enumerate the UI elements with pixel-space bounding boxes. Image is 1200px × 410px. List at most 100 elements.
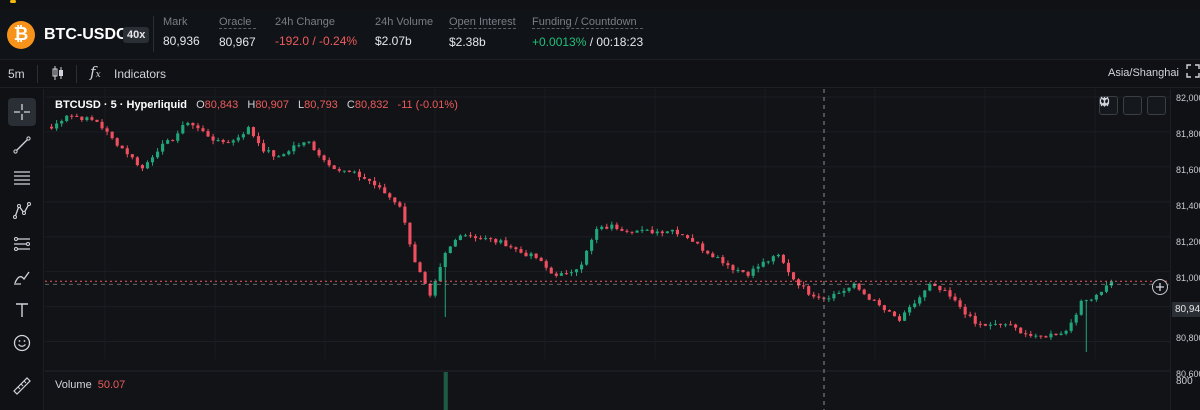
candle-body: [751, 268, 755, 276]
candle-body: [998, 323, 1003, 325]
stat-mark: Mark 80,936: [163, 16, 200, 48]
candle-body: [564, 273, 568, 275]
ruler-tool[interactable]: [8, 372, 36, 400]
candle-body: [221, 140, 225, 143]
candle-body: [1064, 330, 1068, 334]
price-axis[interactable]: 82,000 81,800 81,600 81,400 81,200 81,00…: [1170, 89, 1200, 410]
candle-body: [827, 298, 831, 300]
collapse-button[interactable]: [1100, 96, 1142, 115]
toolbar-divider: [76, 65, 77, 83]
candle-body: [655, 231, 659, 234]
candle-body: [781, 254, 786, 263]
trend-line-tool[interactable]: [8, 131, 36, 159]
plus-circle-icon: [1156, 283, 1164, 291]
candle-body: [554, 273, 558, 276]
plus-circle-button[interactable]: [1152, 279, 1168, 295]
parallel-lines-tool[interactable]: [8, 230, 36, 258]
axis-tick: 82,000: [1176, 93, 1200, 103]
volume-legend: Volume 50.07: [55, 379, 125, 391]
candle-body: [145, 162, 150, 169]
candle-body: [726, 263, 730, 266]
candle-body: [398, 202, 402, 207]
candle-body: [70, 115, 74, 117]
candles-icon[interactable]: [50, 65, 66, 84]
ohlc-legend: BTCUSD · 5 · Hyperliquid O80,843 H80,907…: [55, 99, 458, 111]
candle-body: [524, 252, 528, 257]
candle-body: [256, 136, 261, 144]
brush-icon: [14, 271, 30, 285]
fx-icon[interactable]: fx: [90, 63, 101, 81]
candle-body: [630, 231, 634, 233]
crosshair-tool[interactable]: [8, 98, 36, 126]
candle-body: [181, 125, 185, 134]
candle-body: [539, 257, 543, 262]
candle-body: [448, 246, 452, 253]
brush-tool[interactable]: [8, 263, 36, 291]
legend-symbol[interactable]: BTCUSD · 5 · Hyperliquid: [55, 99, 187, 111]
candle-body: [620, 229, 624, 231]
reset-button[interactable]: [1099, 96, 1166, 115]
candle-body: [1074, 314, 1078, 323]
candle-body: [150, 157, 155, 163]
candle-body: [595, 228, 599, 240]
stat-label[interactable]: Oracle: [219, 16, 256, 29]
current-price-tag: 80,945: [1172, 302, 1200, 317]
candle-body: [332, 165, 336, 170]
indicators-button[interactable]: Indicators: [114, 67, 166, 81]
candle-body: [337, 169, 341, 171]
interval-button[interactable]: 5m: [8, 67, 25, 81]
stat-label[interactable]: Open Interest: [449, 16, 516, 29]
funding-countdown: / 00:18:23: [589, 35, 644, 49]
candle-body: [605, 226, 609, 229]
pair-selector[interactable]: BTC-USDC: [44, 26, 128, 44]
candle-body: [246, 127, 250, 135]
candle-body: [206, 131, 210, 137]
candle-body: [943, 290, 947, 292]
candle-body: [650, 229, 654, 234]
candle-body: [1109, 281, 1114, 286]
candle-body: [484, 238, 488, 240]
candle-body: [342, 170, 346, 172]
candle-body: [842, 290, 846, 293]
candle-body: [882, 305, 886, 311]
candle-body: [166, 140, 170, 144]
legend-open: 80,843: [204, 99, 239, 111]
parallel-lines-icon: [14, 237, 30, 251]
fib-lines-tool[interactable]: [8, 164, 36, 192]
candle-body: [1069, 322, 1073, 331]
stat-24h-change: 24h Change -192.0 / -0.24%: [275, 16, 357, 48]
timezone-label[interactable]: Asia/Shanghai: [1108, 67, 1179, 79]
ruler-icon: [13, 377, 31, 395]
candle-body: [877, 299, 881, 306]
candle-body: [887, 310, 891, 312]
leverage-badge[interactable]: 40x: [123, 27, 150, 43]
candle-body: [953, 296, 957, 301]
candlestick-chart[interactable]: [45, 89, 1170, 410]
candle-body: [706, 250, 710, 254]
candle-body: [443, 252, 447, 267]
stat-label[interactable]: Funding / Countdown: [532, 16, 644, 29]
candle-body: [529, 253, 533, 257]
legend-high: 80,907: [255, 99, 289, 111]
fullscreen-icon[interactable]: [1186, 64, 1200, 83]
text-tool[interactable]: [8, 296, 36, 324]
top-strip-accent: [10, 0, 16, 3]
candle-body: [696, 241, 700, 244]
candle-body: [625, 230, 629, 232]
volume-label[interactable]: Volume: [55, 379, 92, 391]
candle-body: [711, 253, 715, 258]
candle-body: [176, 133, 180, 141]
candle-body: [312, 141, 316, 151]
pattern-icon: [13, 202, 31, 219]
drawing-toolbar: [0, 89, 44, 410]
pattern-tool[interactable]: [8, 197, 36, 225]
candle-body: [423, 272, 427, 284]
stat-24h-volume: 24h Volume $2.07b: [375, 16, 433, 48]
price-chart[interactable]: BTCUSD · 5 · Hyperliquid O80,843 H80,907…: [45, 89, 1170, 410]
funding-rate: +0.0013%: [532, 35, 587, 49]
candle-body: [1029, 334, 1033, 336]
candle-body: [161, 143, 165, 152]
candle-body: [665, 231, 669, 234]
emoji-tool[interactable]: [8, 329, 36, 357]
candle-body: [519, 249, 523, 253]
